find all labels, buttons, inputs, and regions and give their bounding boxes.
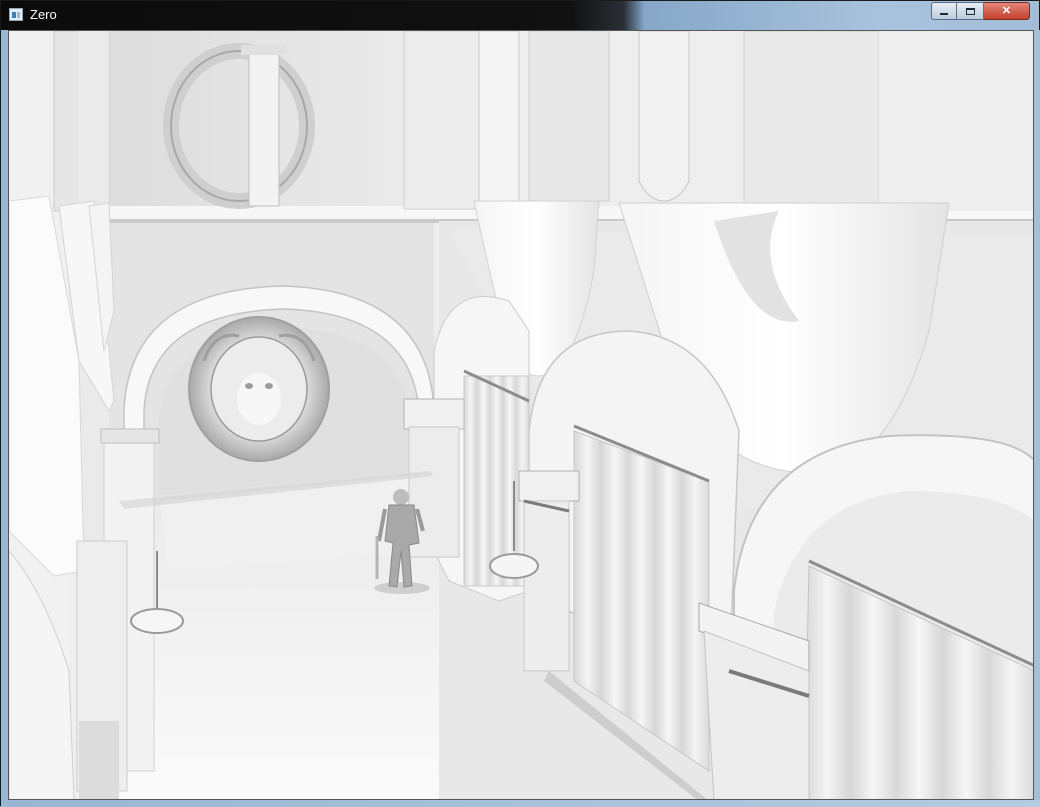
minimize-button[interactable]	[931, 2, 957, 20]
window-frame-right[interactable]	[1034, 30, 1040, 800]
title-bar[interactable]: Zero ✕	[1, 1, 1040, 30]
close-icon: ✕	[1001, 4, 1012, 17]
render-viewport[interactable]	[8, 30, 1034, 800]
rendered-scene	[9, 31, 1033, 799]
close-button[interactable]: ✕	[984, 2, 1030, 20]
window-frame-left[interactable]	[1, 30, 8, 800]
minimize-icon	[940, 13, 948, 15]
window-controls: ✕	[931, 2, 1030, 21]
maximize-icon	[965, 7, 975, 15]
app-window-icon[interactable]	[9, 8, 23, 21]
app-window: Zero ✕	[0, 0, 1040, 807]
maximize-button[interactable]	[957, 2, 984, 20]
lion-medallion	[188, 316, 330, 462]
window-title: Zero	[30, 7, 57, 22]
